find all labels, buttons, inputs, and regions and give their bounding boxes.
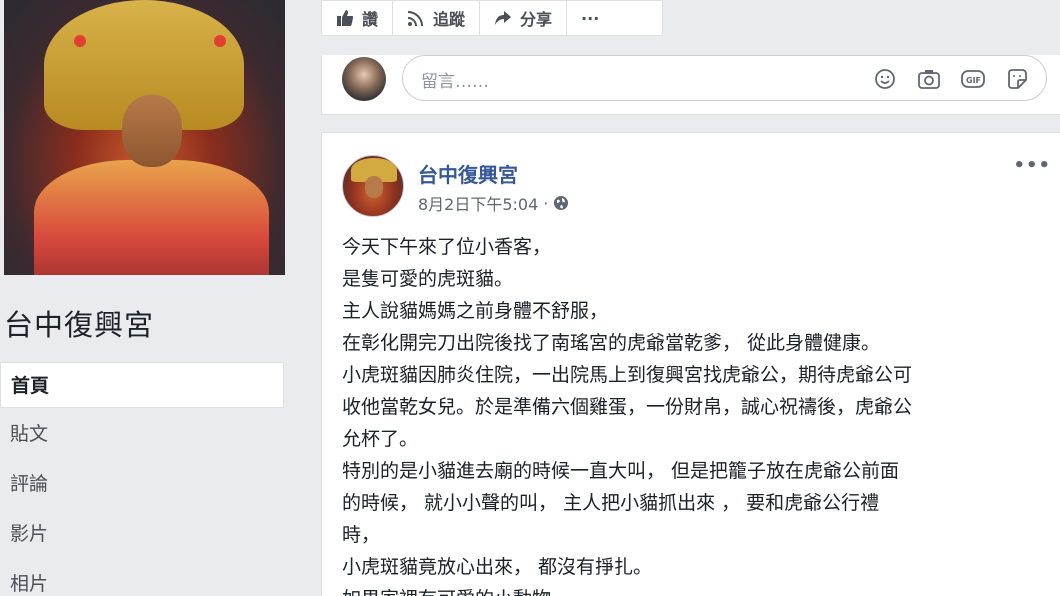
- follow-button[interactable]: 追蹤: [393, 1, 481, 35]
- more-options-button[interactable]: ···: [567, 1, 613, 35]
- post-author-avatar[interactable]: [342, 155, 404, 217]
- gif-icon[interactable]: GIF: [960, 66, 986, 92]
- post-line: 特別的是小貓進去廟的時候一直大叫， 但是把籠子放在虎爺公前面: [342, 460, 900, 482]
- follow-label: 追蹤: [433, 10, 466, 29]
- post-line: 如果家裡有可愛的小動物，: [342, 583, 1052, 596]
- share-arrow-icon: [495, 11, 512, 25]
- post-line: 時，: [342, 524, 381, 546]
- post-line: 收他當乾女兒。於是準備六個雞蛋，一份財帛，誠心祝禱後，虎爺公: [342, 396, 913, 418]
- face-shape: [122, 95, 182, 167]
- like-button[interactable]: 讚: [322, 1, 394, 35]
- user-avatar[interactable]: [342, 57, 386, 101]
- comment-placeholder: 留言……: [421, 72, 489, 92]
- post-card: 台中復興宮 8月2日下午5:04 · ••• 今天下午來了位小香客， 是隻可愛的…: [321, 132, 1060, 596]
- ornament-right: [214, 35, 226, 47]
- post-line: 小虎斑貓竟放心出來， 都沒有掙扎。: [342, 556, 653, 578]
- post-text: 今天下午來了位小香客， 是隻可愛的虎斑貓。 主人說貓媽媽之前身體不舒服， 在彰化…: [342, 231, 1052, 596]
- more-dots-icon: ···: [581, 8, 600, 28]
- post-line: 小虎斑貓因肺炎住院，一出院馬上到復興宮找虎爺公，期待虎爺公可: [342, 364, 913, 386]
- left-sidebar: 台中復興宮 首頁 貼文 評論 影片 相片: [0, 0, 300, 596]
- nav-item-photos[interactable]: 相片: [0, 561, 284, 596]
- page-nav: 首頁 貼文 評論 影片 相片: [0, 362, 284, 596]
- post-author-name[interactable]: 台中復興宮: [418, 159, 518, 188]
- like-label: 讚: [362, 10, 379, 29]
- facebook-page: 台中復興宮 首頁 貼文 評論 影片 相片 讚 追蹤 分享 ··· 留言…… GI…: [0, 0, 1060, 596]
- post-line: 主人說貓媽媽之前身體不舒服，: [342, 300, 609, 322]
- page-action-bar: 讚 追蹤 分享 ···: [321, 0, 663, 36]
- post-options-icon[interactable]: •••: [1013, 155, 1051, 176]
- page-profile-picture[interactable]: [4, 0, 285, 275]
- share-label: 分享: [520, 10, 553, 29]
- face-shape: [365, 176, 383, 198]
- nav-item-videos[interactable]: 影片: [0, 511, 284, 561]
- post-line: 是隻可愛的虎斑貓。: [342, 268, 514, 290]
- nav-item-reviews[interactable]: 評論: [0, 461, 284, 511]
- post-line: 今天下午來了位小香客，: [342, 236, 552, 258]
- robe-shape: [34, 160, 269, 275]
- page-name[interactable]: 台中復興宮: [4, 302, 154, 344]
- post-line: 的時候， 就小小聲的叫， 主人把小貓抓出來 ， 要和虎爺公行禮: [342, 492, 880, 514]
- comment-composer: 留言…… GIF: [321, 55, 1060, 115]
- svg-text:GIF: GIF: [966, 76, 981, 85]
- post-line: 在彰化開完刀出院後找了南瑤宮的虎爺當乾爹， 從此身體健康。: [342, 332, 881, 354]
- sticker-icon[interactable]: [1004, 66, 1030, 92]
- comment-input[interactable]: 留言…… GIF: [402, 55, 1047, 101]
- globe-icon[interactable]: [553, 195, 569, 211]
- ornament-left: [74, 35, 86, 47]
- post-timestamp[interactable]: 8月2日下午5:04: [418, 191, 538, 215]
- comment-tools: GIF: [872, 66, 1030, 92]
- rss-icon: [407, 11, 424, 27]
- nav-item-home[interactable]: 首頁: [0, 362, 284, 408]
- meta-separator: ·: [543, 193, 549, 213]
- post-line: 允杯了。: [342, 428, 419, 450]
- share-button[interactable]: 分享: [480, 1, 568, 35]
- thumbs-up-icon: [337, 10, 354, 26]
- camera-icon[interactable]: [916, 66, 942, 92]
- nav-item-posts[interactable]: 貼文: [0, 411, 284, 461]
- emoji-icon[interactable]: [872, 66, 898, 92]
- post-meta: 8月2日下午5:04 ·: [418, 191, 569, 215]
